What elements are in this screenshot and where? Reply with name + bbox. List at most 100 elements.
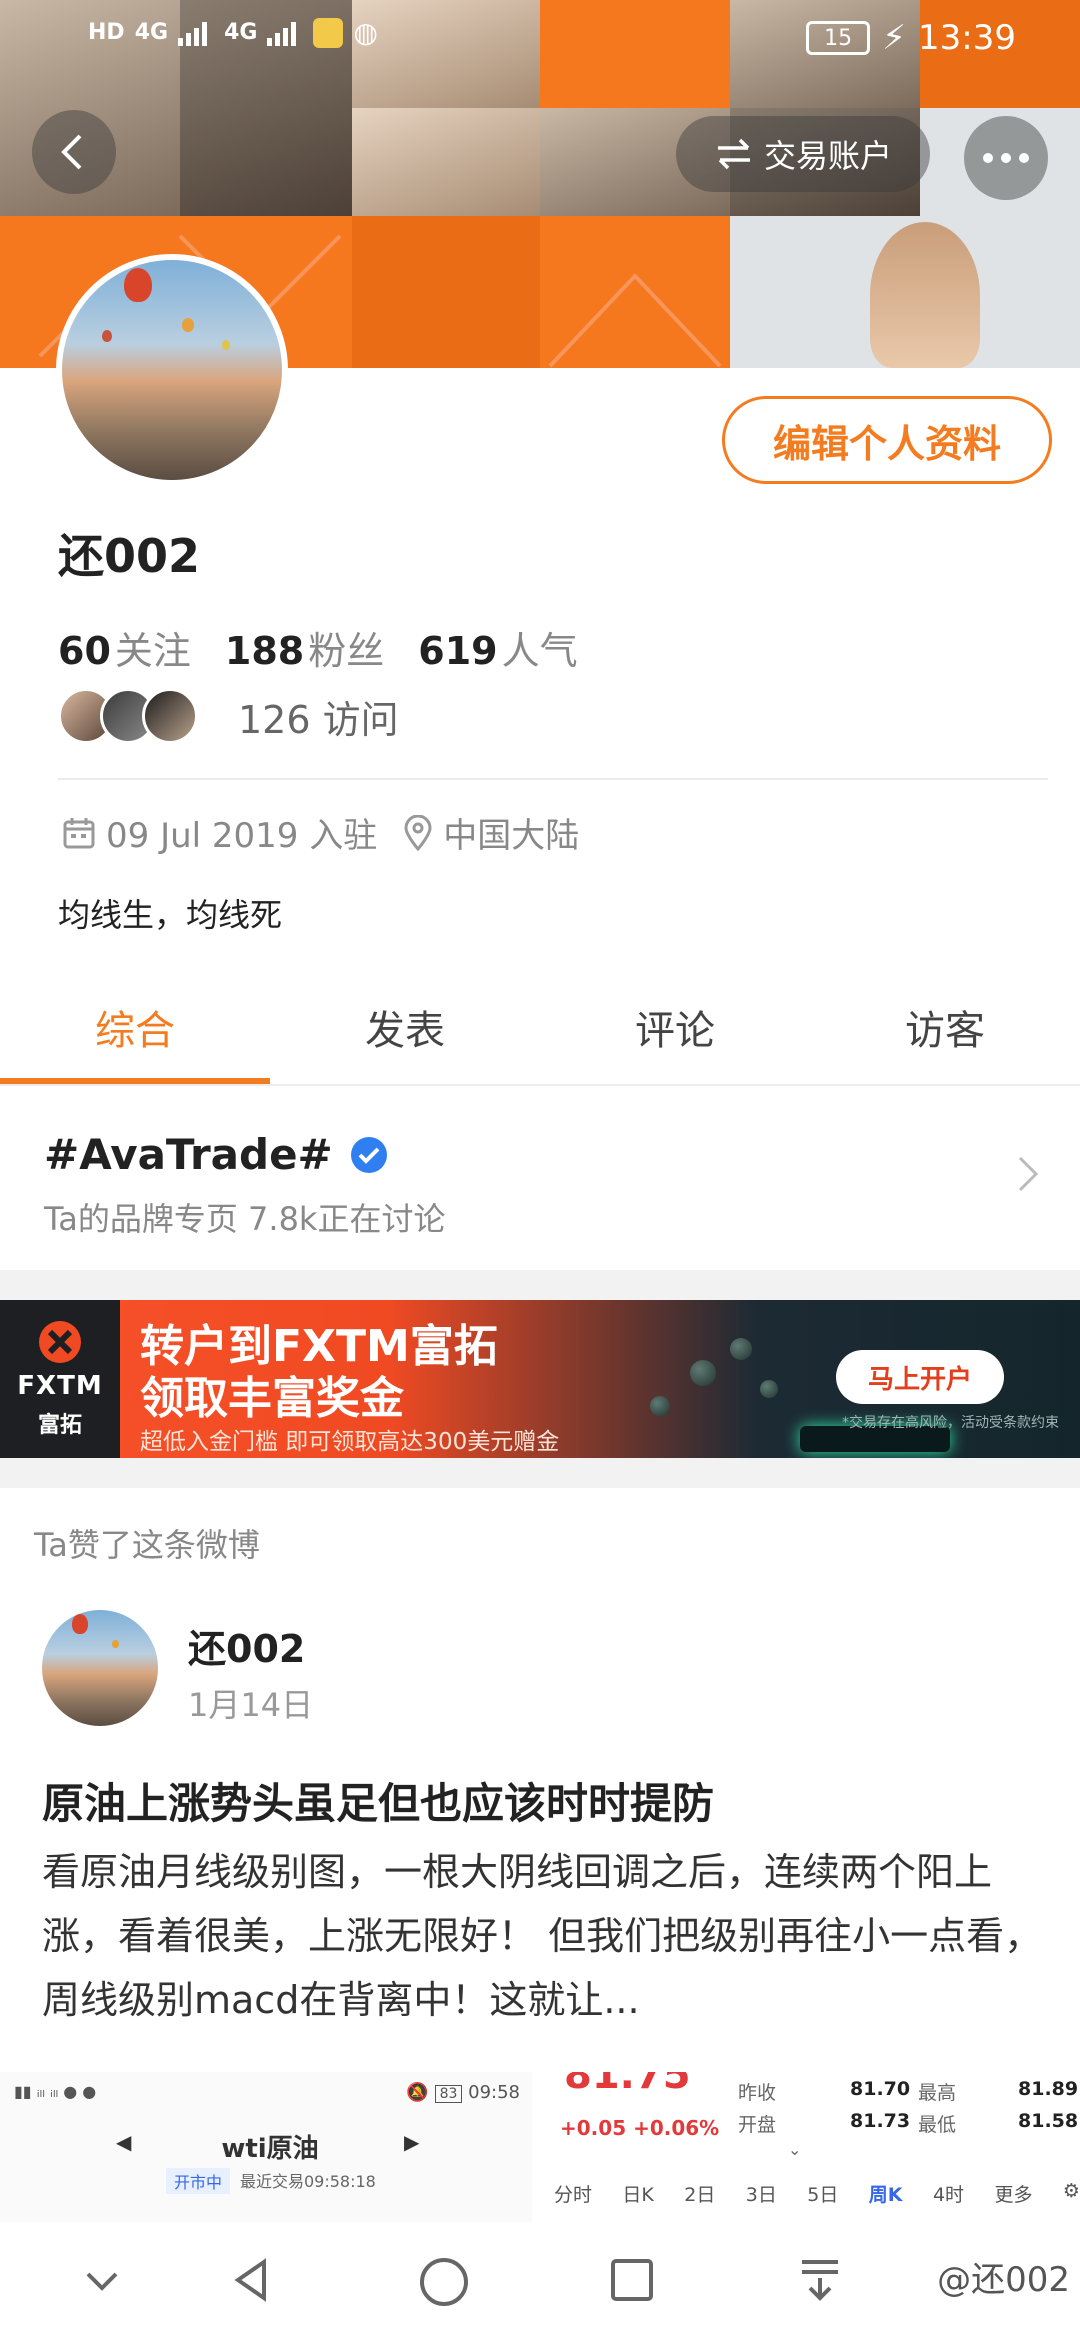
stat-following[interactable]: 60 关注	[58, 620, 191, 675]
quote-price: 81.75	[564, 2072, 691, 2098]
network-label: 4G	[134, 20, 169, 45]
balloon-shape	[222, 340, 230, 350]
verified-badge-icon	[350, 1136, 387, 1173]
quote-change: +0.05 +0.06%	[560, 2116, 720, 2140]
coin-graphic	[760, 1380, 778, 1398]
post-image-2[interactable]: 81.75 +0.05 +0.06% 昨收 81.70 最高 81.89 开盘 …	[548, 2072, 1080, 2222]
thumb-instrument-title: wti原油	[221, 2134, 319, 2164]
cover-pattern-tile	[540, 216, 730, 368]
tab-visitors[interactable]: 访客	[810, 968, 1080, 1086]
hd-label: HD	[88, 20, 125, 45]
stat-popularity[interactable]: 619 人气	[418, 620, 577, 675]
visitor-avatar	[142, 688, 198, 744]
system-nav-bar	[0, 2222, 1080, 2340]
ad-logo-text-cn: 富拓	[37, 1413, 82, 1438]
open-account-button[interactable]: 马上开户	[836, 1350, 1004, 1404]
chevron-right-icon	[1018, 1156, 1039, 1192]
stat-number: 60	[58, 629, 111, 673]
period-tab-selected: 周K	[868, 2184, 903, 2206]
cover-photo-tile	[730, 216, 1080, 368]
tab-overview[interactable]: 综合	[0, 968, 270, 1086]
status-bar: HD 4G 4G ◍ 15 ⚡ 13:39	[0, 0, 1080, 80]
brand-subtitle: Ta的品牌专页 7.8k正在讨论	[44, 1200, 446, 1238]
balloon-shape	[124, 268, 152, 302]
divider	[0, 1084, 1080, 1086]
more-button[interactable]	[964, 116, 1048, 200]
period-tab: 日K	[622, 2184, 654, 2206]
chevron-down-icon: ⌄	[788, 2140, 802, 2159]
thumb-time-text: 09:58	[468, 2082, 520, 2103]
battery-icon: 15	[806, 21, 871, 55]
profile-stats: 60 关注 188 粉丝 619 人气	[58, 620, 578, 675]
notification-app-icon	[313, 17, 344, 48]
nav-recents-icon[interactable]	[608, 2256, 656, 2304]
section-separator	[0, 1270, 1080, 1300]
stat-label: 人气	[501, 629, 578, 673]
period-tab: 5日	[807, 2184, 839, 2206]
quote-key: 开盘	[738, 2114, 777, 2136]
period-tab: 更多	[994, 2184, 1033, 2206]
trade-account-button[interactable]: 交易账户	[676, 116, 930, 192]
quote-key: 最高	[918, 2082, 957, 2104]
thumb-battery: 83	[434, 2085, 463, 2103]
nav-home-icon[interactable]	[418, 2256, 470, 2308]
smiling-woman-photo	[870, 222, 980, 368]
post-author-name[interactable]: 还002	[188, 1618, 305, 1673]
post-author-avatar[interactable]	[42, 1610, 158, 1726]
liked-post-label: Ta赞了这条微博	[34, 1526, 260, 1564]
profile-tabs: 综合 发表 评论 访客	[0, 968, 1080, 1086]
period-tabs: 分时 日K 2日 3日 5日 周K 4时 更多 ⚙	[554, 2180, 1080, 2207]
charging-icon: ⚡	[882, 18, 907, 58]
thumb-status-icons: ▮▮ ᵢₗₗ ᵢₗₗ ● ●	[14, 2082, 97, 2101]
post-title[interactable]: 原油上涨势头虽足但也应该时时提防	[42, 1770, 714, 1831]
post-image-1[interactable]: ▮▮ ᵢₗₗ ᵢₗₗ ● ● 🔕 83 09:58 ◀ wti原油 ▶ 开市中 …	[0, 2072, 540, 2222]
profile-avatar[interactable]	[56, 254, 288, 486]
tab-comments[interactable]: 评论	[540, 968, 810, 1086]
post-date: 1月14日	[188, 1686, 314, 1724]
recent-trade-time: 最近交易09:58:18	[240, 2172, 376, 2191]
profile-meta: 09 Jul 2019 入驻 中国大陆	[62, 808, 579, 857]
quote-value: 81.70	[850, 2078, 911, 2100]
brand-page-card[interactable]: #AvaTrade# Ta的品牌专页 7.8k正在讨论	[0, 1090, 1080, 1270]
next-arrow-icon: ▶	[404, 2130, 420, 2154]
balloon-shape	[72, 1614, 88, 1634]
balloon-shape	[112, 1640, 119, 1648]
wechat-icon: ◍	[353, 16, 378, 49]
balloon-shape	[102, 330, 112, 342]
fxtm-logo-mark-icon	[39, 1321, 81, 1363]
period-tab: 分时	[554, 2184, 593, 2206]
ad-disclaimer: *交易存在高风险，活动受条款约束	[842, 1415, 1059, 1431]
period-tab: 4时	[932, 2184, 965, 2206]
visits-count: 126 访问	[238, 697, 399, 742]
edit-profile-button[interactable]: 编辑个人资料	[722, 396, 1052, 484]
collapse-down-icon[interactable]	[78, 2256, 126, 2304]
post-body[interactable]: 看原油月线级别图，一根大阴线回调之后，连续两个阳上涨，看着很美，上涨无限好！ 但…	[42, 1840, 1052, 2032]
swap-arrows-icon	[717, 138, 750, 170]
section-separator	[0, 1458, 1080, 1488]
signal-icon	[267, 21, 297, 46]
trade-account-label: 交易账户	[763, 137, 892, 175]
ad-banner[interactable]: FXTM 富拓 转户到FXTM富拓 领取丰富奖金 超低入金门槛 即可领取高达30…	[0, 1300, 1080, 1458]
stat-number: 619	[418, 629, 498, 673]
market-state-badge: 开市中	[166, 2168, 231, 2194]
cover-photo-tile	[352, 108, 540, 216]
profile-username: 还002	[58, 529, 201, 583]
more-dots-icon	[983, 153, 1029, 163]
visitors-row[interactable]: 126 访问	[58, 688, 399, 744]
divider	[58, 778, 1048, 780]
back-arrow-icon	[61, 134, 82, 170]
notification-pull-down-icon[interactable]	[796, 2256, 844, 2304]
ad-tagline: 超低入金门槛 即可领取高达300美元赠金	[140, 1429, 560, 1455]
quote-key: 昨收	[738, 2082, 777, 2104]
calendar-icon	[63, 817, 95, 848]
period-tab: 3日	[745, 2184, 777, 2206]
stat-followers[interactable]: 188 粉丝	[225, 620, 384, 675]
profile-bio: 均线生，均线死	[58, 896, 283, 934]
joined-date: 09 Jul 2019 入驻	[106, 816, 378, 856]
back-button[interactable]	[32, 110, 116, 194]
settings-gear-icon: ⚙	[1062, 2180, 1080, 2202]
stat-number: 188	[224, 629, 305, 673]
ad-headline-2: 领取丰富奖金	[140, 1373, 404, 1424]
nav-back-icon[interactable]	[228, 2256, 276, 2304]
tab-posts[interactable]: 发表	[270, 968, 540, 1086]
